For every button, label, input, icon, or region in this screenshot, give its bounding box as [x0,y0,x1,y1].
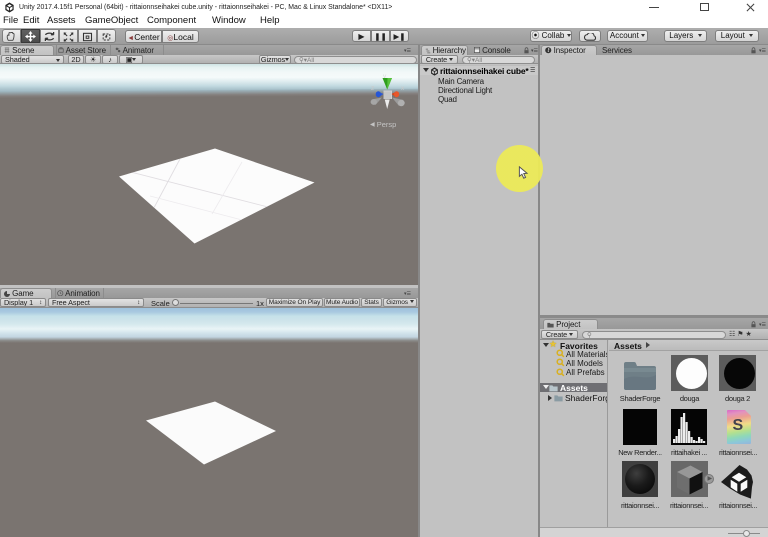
svg-text:z: z [371,85,374,92]
svg-text:x: x [401,85,405,92]
